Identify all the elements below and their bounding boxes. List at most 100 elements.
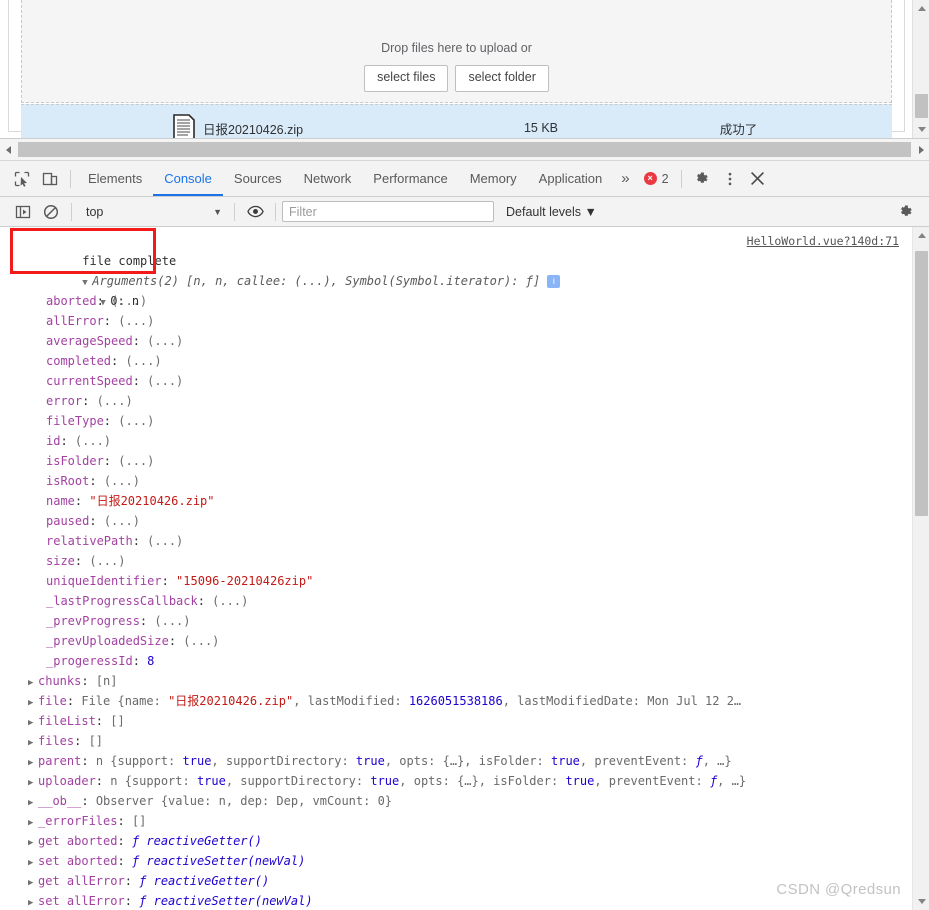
settings-gear-icon[interactable] <box>688 165 716 193</box>
console-vertical-scrollbar[interactable] <box>912 227 929 910</box>
select-files-button[interactable]: select files <box>364 65 449 92</box>
tab-elements[interactable]: Elements <box>77 161 153 196</box>
console-property-row[interactable]: _prevUploadedSize: (...) <box>0 631 929 651</box>
tab-network[interactable]: Network <box>293 161 363 196</box>
property-key: currentSpeed <box>46 374 133 388</box>
info-badge-icon[interactable]: i <box>547 275 561 288</box>
clear-console-icon[interactable] <box>37 198 65 226</box>
horizontal-scrollbar[interactable] <box>0 139 929 161</box>
expand-triangle-closed-icon[interactable]: ▶ <box>28 833 38 851</box>
property-key: _lastProgressCallback <box>46 594 198 608</box>
console-property-row[interactable]: aborted: (...) <box>0 291 929 311</box>
console-expandable-row[interactable]: ▶ files: [] <box>0 731 929 751</box>
expand-triangle-open-icon[interactable]: ▼ <box>82 273 92 293</box>
console-settings-gear-icon[interactable] <box>891 198 919 226</box>
console-property-row[interactable]: name: "日报20210426.zip" <box>0 491 929 511</box>
console-property-row[interactable]: _progeressId: 8 <box>0 651 929 671</box>
console-property-row[interactable]: completed: (...) <box>0 351 929 371</box>
more-tabs-icon[interactable]: » <box>613 170 637 187</box>
console-expandable-row[interactable]: ▶ parent: n {support: true, supportDirect… <box>0 751 929 771</box>
property-key: files <box>38 734 75 748</box>
expand-triangle-closed-icon[interactable]: ▶ <box>28 873 38 891</box>
scroll-down-arrow-icon[interactable] <box>913 121 929 138</box>
tab-application[interactable]: Application <box>528 161 614 196</box>
console-output[interactable]: HelloWorld.vue?140d:71 file complete ▼ Ar… <box>0 227 929 910</box>
close-devtools-icon[interactable] <box>744 165 772 193</box>
console-property-row[interactable]: _lastProgressCallback: (...) <box>0 591 929 611</box>
scroll-right-arrow-icon[interactable] <box>913 139 929 161</box>
inspect-element-icon[interactable] <box>8 165 36 193</box>
expand-triangle-closed-icon[interactable]: ▶ <box>28 853 38 871</box>
expand-triangle-closed-icon[interactable]: ▶ <box>28 813 38 831</box>
console-property-row[interactable]: averageSpeed: (...) <box>0 331 929 351</box>
property-key: _progeressId <box>46 654 133 668</box>
tab-console[interactable]: Console <box>153 161 223 196</box>
console-property-row[interactable]: fileType: (...) <box>0 411 929 431</box>
expand-triangle-closed-icon[interactable]: ▶ <box>28 693 38 711</box>
arguments-label: Arguments(2) <box>92 274 179 288</box>
console-bar-divider-2 <box>234 202 235 221</box>
property-separator: : <box>89 514 104 528</box>
console-scroll-thumb[interactable] <box>915 251 928 516</box>
console-source-link[interactable]: HelloWorld.vue?140d:71 <box>747 231 899 251</box>
console-property-row[interactable]: relativePath: (...) <box>0 531 929 551</box>
expand-triangle-closed-icon[interactable]: ▶ <box>28 893 38 910</box>
property-key: relativePath <box>46 534 133 548</box>
error-count-badge[interactable]: × 2 <box>638 172 675 186</box>
console-expandable-row[interactable]: ▶ get aborted: ƒ reactiveGetter() <box>0 831 929 851</box>
console-property-row[interactable]: currentSpeed: (...) <box>0 371 929 391</box>
console-property-row[interactable]: id: (...) <box>0 431 929 451</box>
horizontal-scroll-track[interactable] <box>16 139 913 161</box>
toggle-console-sidebar-icon[interactable] <box>9 198 37 226</box>
console-expandable-row[interactable]: ▶ file: File {name: "日报20210426.zip", las… <box>0 691 929 711</box>
log-levels-dropdown[interactable]: Default levels ▼ <box>506 205 597 219</box>
console-scroll-up-arrow-icon[interactable] <box>913 227 929 244</box>
console-property-row[interactable]: isRoot: (...) <box>0 471 929 491</box>
execution-context-selector[interactable]: top ▼ <box>78 201 228 223</box>
uploaded-file-row[interactable]: 日报20210426.zip 15 KB 成功了 <box>21 104 892 138</box>
live-expression-eye-icon[interactable] <box>241 198 269 226</box>
tab-performance[interactable]: Performance <box>362 161 458 196</box>
console-property-row[interactable]: allError: (...) <box>0 311 929 331</box>
preview-text: File {name: <box>81 694 169 708</box>
console-filter-bar: top ▼ Default levels ▼ <box>0 197 929 227</box>
file-dropzone[interactable]: Drop files here to upload or select file… <box>21 0 892 103</box>
console-expandable-row[interactable]: ▶ uploader: n {support: true, supportDire… <box>0 771 929 791</box>
page-vertical-scrollbar[interactable] <box>912 0 929 138</box>
property-value: 8 <box>147 654 155 668</box>
preview-text: [] <box>110 714 125 728</box>
tab-sources[interactable]: Sources <box>223 161 293 196</box>
property-value-preview: [] <box>110 714 124 728</box>
preview-function-glyph: ƒ <box>695 754 703 768</box>
scroll-left-arrow-icon[interactable] <box>0 139 16 161</box>
select-folder-button[interactable]: select folder <box>455 65 549 92</box>
expand-triangle-closed-icon[interactable]: ▶ <box>28 733 38 751</box>
scroll-up-arrow-icon[interactable] <box>913 0 929 17</box>
expand-triangle-closed-icon[interactable]: ▶ <box>28 793 38 811</box>
more-options-icon[interactable] <box>716 165 744 193</box>
console-expandable-row[interactable]: ▶ set aborted: ƒ reactiveSetter(newVal) <box>0 851 929 871</box>
toggle-device-toolbar-icon[interactable] <box>36 165 64 193</box>
preview-text: , opts: {…}, isFolder: <box>399 774 566 788</box>
tab-memory[interactable]: Memory <box>459 161 528 196</box>
console-expandable-row[interactable]: ▶ fileList: [] <box>0 711 929 731</box>
console-filter-input[interactable] <box>282 201 494 222</box>
console-property-row[interactable]: paused: (...) <box>0 511 929 531</box>
expand-triangle-closed-icon[interactable]: ▶ <box>28 713 38 731</box>
console-property-row[interactable]: uniqueIdentifier: "15096-20210426zip" <box>0 571 929 591</box>
expand-triangle-closed-icon[interactable]: ▶ <box>28 773 38 791</box>
console-expandable-row[interactable]: ▶ __ob__: Observer {value: n, dep: Dep, v… <box>0 791 929 811</box>
property-separator: : <box>60 434 75 448</box>
console-expandable-row[interactable]: ▶ chunks: [n] <box>0 671 929 691</box>
console-property-row[interactable]: _prevProgress: (...) <box>0 611 929 631</box>
expand-triangle-closed-icon[interactable]: ▶ <box>28 673 38 691</box>
property-value: (...) <box>118 454 155 468</box>
console-property-row[interactable]: isFolder: (...) <box>0 451 929 471</box>
page-scroll-thumb[interactable] <box>915 94 928 118</box>
console-property-row[interactable]: size: (...) <box>0 551 929 571</box>
console-property-row[interactable]: error: (...) <box>0 391 929 411</box>
console-scroll-down-arrow-icon[interactable] <box>913 893 929 910</box>
expand-triangle-closed-icon[interactable]: ▶ <box>28 753 38 771</box>
horizontal-scroll-thumb[interactable] <box>18 141 911 157</box>
console-expandable-row[interactable]: ▶ _errorFiles: [] <box>0 811 929 831</box>
